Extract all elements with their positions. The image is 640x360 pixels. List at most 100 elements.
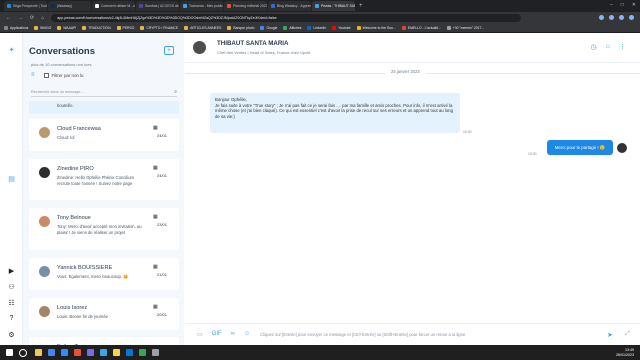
browser-tab[interactable]: Stiga Prospectie | Tout savoir s — [4, 1, 47, 11]
link-icon[interactable]: ∞ — [231, 331, 235, 338]
browser-tab[interactable]: Tochanda - Mes publications — [180, 1, 223, 11]
bookmark-item[interactable]: Welcome to the Sun... — [356, 25, 396, 30]
bookmarks-bar: Applications BINGO WAAAP! TRADUCTION PERSO CR… — [0, 23, 640, 33]
tab-label: Comment utiliser M...ou Whiz — [101, 4, 135, 8]
reload-icon[interactable]: ⟳ — [30, 15, 34, 21]
bookmark-label: Welcome to the Sun... — [362, 25, 396, 30]
day-label: 25 janvier 2023 — [385, 69, 426, 74]
contact-name[interactable]: THIBAUT SANTA MARIA — [217, 40, 289, 47]
taskbar-app-icon[interactable] — [139, 349, 146, 356]
bookmark-item[interactable]: Applications — [4, 25, 28, 30]
logo-icon[interactable]: ✦ — [7, 45, 16, 54]
clock-date: 26/01/2023 — [616, 352, 634, 357]
browser-tab[interactable]: Pewas · THIBAUT SANTA MAR — [312, 1, 355, 11]
extension-icon[interactable] — [619, 15, 624, 20]
browser-tab[interactable]: Blog Waalaxy - Apprenez tout — [268, 1, 311, 11]
minimize-icon[interactable]: – — [610, 2, 613, 8]
play-icon[interactable]: ▶ — [7, 266, 16, 275]
message-date: 24/01 — [157, 133, 168, 138]
conversation-item[interactable]: Louis Isorez Louis: Bonne fin de journée ▦… — [29, 298, 179, 330]
search-icon[interactable]: ⌕ — [174, 89, 177, 95]
bookmark-item[interactable]: Affiches — [283, 25, 301, 30]
gear-icon[interactable]: ⚙ — [7, 330, 16, 339]
gif-icon[interactable]: GIF — [212, 331, 222, 338]
taskbar-app-icon[interactable] — [48, 349, 55, 356]
bookmark-item[interactable]: WAAAP! — [57, 25, 76, 30]
calendar-icon[interactable]: ▦ — [153, 264, 158, 270]
conversation-item[interactable]: Cloud Francewaa Cloud: lol ▦ 24/01 — [29, 119, 179, 151]
header-actions: ◷ ⌂ ⋮ — [591, 43, 626, 51]
conversation-item[interactable]: Yannick BOUISSIERE Vous: Egalement, merci… — [29, 258, 179, 290]
bookmark-item[interactable]: EMELLO - L'actualit... — [401, 25, 441, 30]
browser-tab[interactable]: Planning éditorial 2023 - Wha — [224, 1, 267, 11]
bookmark-item[interactable]: ARTICLES ANNEES — [184, 25, 221, 30]
bookmark-item[interactable]: Google — [260, 25, 277, 30]
back-icon[interactable]: ← — [6, 15, 11, 21]
folder-icon[interactable]: ▭ — [197, 331, 203, 338]
search-icon[interactable] — [19, 348, 27, 357]
browser-tab[interactable]: (Waalaxy) — [48, 1, 91, 11]
home-icon[interactable]: ⌂ — [41, 15, 44, 21]
taskbar-app-icon[interactable] — [35, 349, 42, 356]
emoji-icon[interactable]: ☺ — [244, 331, 250, 338]
bookmark-label: Youtube — [338, 25, 351, 30]
taskbar-app-icon[interactable] — [74, 349, 81, 356]
conversation-item[interactable]: Tony Belnoue Tony: Merci d'avoir accepté … — [29, 208, 179, 250]
calendar-icon[interactable]: ▦ — [153, 165, 158, 171]
windows-start-icon[interactable] — [6, 349, 13, 356]
system-clock[interactable]: 13:49 26/01/2023 — [616, 348, 634, 357]
extension-icon[interactable] — [609, 15, 614, 20]
avatar[interactable] — [193, 41, 206, 54]
url-input[interactable]: app.pewas.com/fr/conversations/c2-4kj4L6… — [51, 13, 522, 22]
users-icon[interactable]: ⚇ — [7, 282, 16, 291]
avatar — [617, 143, 627, 153]
message-line: Je fais suite à votre "True story" ; Je … — [215, 102, 453, 119]
bookmark-item[interactable]: BINGO — [34, 25, 51, 30]
calendar-icon[interactable]: ▦ — [153, 304, 158, 310]
forward-icon[interactable]: → — [18, 15, 23, 21]
taskbar-app-icon[interactable] — [61, 349, 68, 356]
taskbar-app-icon[interactable] — [152, 349, 159, 356]
filter-icon[interactable]: ≡ — [31, 72, 35, 78]
bookmark-label: TRADUCTION — [88, 25, 111, 30]
browser-tab[interactable]: Sumbas | ACCESS de ANNEES — [136, 1, 179, 11]
send-icon[interactable]: ➤ — [607, 331, 613, 339]
message-date: 20/01 — [157, 312, 168, 317]
calendar-icon[interactable]: ▦ — [153, 125, 158, 131]
close-icon[interactable]: ✕ — [632, 2, 636, 8]
clock-icon[interactable]: ◷ — [591, 43, 597, 51]
conversation-item[interactable]: Esther Tronc — [29, 337, 179, 345]
expand-icon[interactable]: ⤢ — [625, 331, 630, 338]
taskbar-app-icon[interactable] — [87, 349, 94, 356]
new-conversation-button[interactable]: + — [164, 46, 174, 55]
maximize-icon[interactable]: □ — [621, 2, 624, 8]
bookmark-item[interactable]: Banque photo — [227, 25, 254, 30]
taskbar-app-icon[interactable] — [126, 349, 133, 356]
bookmark-icon — [260, 25, 265, 30]
more-icon[interactable]: ⋮ — [619, 43, 626, 51]
bookmark-item[interactable]: Youtube — [332, 25, 351, 30]
extension-icon[interactable] — [599, 15, 604, 20]
browser-tab[interactable]: Comment utiliser M...ou Whiz — [92, 1, 135, 11]
profile-icon[interactable] — [629, 15, 634, 20]
taskbar-app-icon[interactable] — [100, 349, 107, 356]
bookmark-item[interactable]: +30 "memes" 2017... — [446, 25, 484, 30]
tab-favicon-icon — [183, 4, 187, 8]
unread-filter-checkbox[interactable] — [43, 72, 49, 78]
bookmark-item[interactable]: LinkedIn — [307, 25, 326, 30]
taskbar-app-icon[interactable] — [113, 349, 120, 356]
new-tab-button[interactable]: + — [359, 3, 363, 9]
chat-icon[interactable]: ▤ — [7, 174, 16, 183]
conversation-item[interactable]: bouteille. — [29, 101, 179, 114]
contacts-icon[interactable]: ☷ — [7, 298, 16, 307]
message-input[interactable]: Cliquez sur [Entrée] pour envoyer ce mes… — [260, 330, 600, 339]
bookmark-item[interactable]: TRADUCTION — [82, 25, 111, 30]
calendar-icon[interactable]: ▦ — [153, 214, 158, 220]
question-icon[interactable]: ? — [7, 314, 16, 323]
conversation-item[interactable]: Zinedine PIRO Zinedine: Hello Ophélie Phé… — [29, 159, 179, 200]
tab-favicon-icon — [7, 4, 11, 8]
message-search-input[interactable]: Recherche dans un message... ⌕ — [31, 88, 177, 97]
bookmark-item[interactable]: PERSO — [116, 25, 134, 30]
bookmark-item[interactable]: CRYPTO / FINANCE — [140, 25, 178, 30]
tag-icon[interactable]: ⌂ — [606, 43, 610, 51]
